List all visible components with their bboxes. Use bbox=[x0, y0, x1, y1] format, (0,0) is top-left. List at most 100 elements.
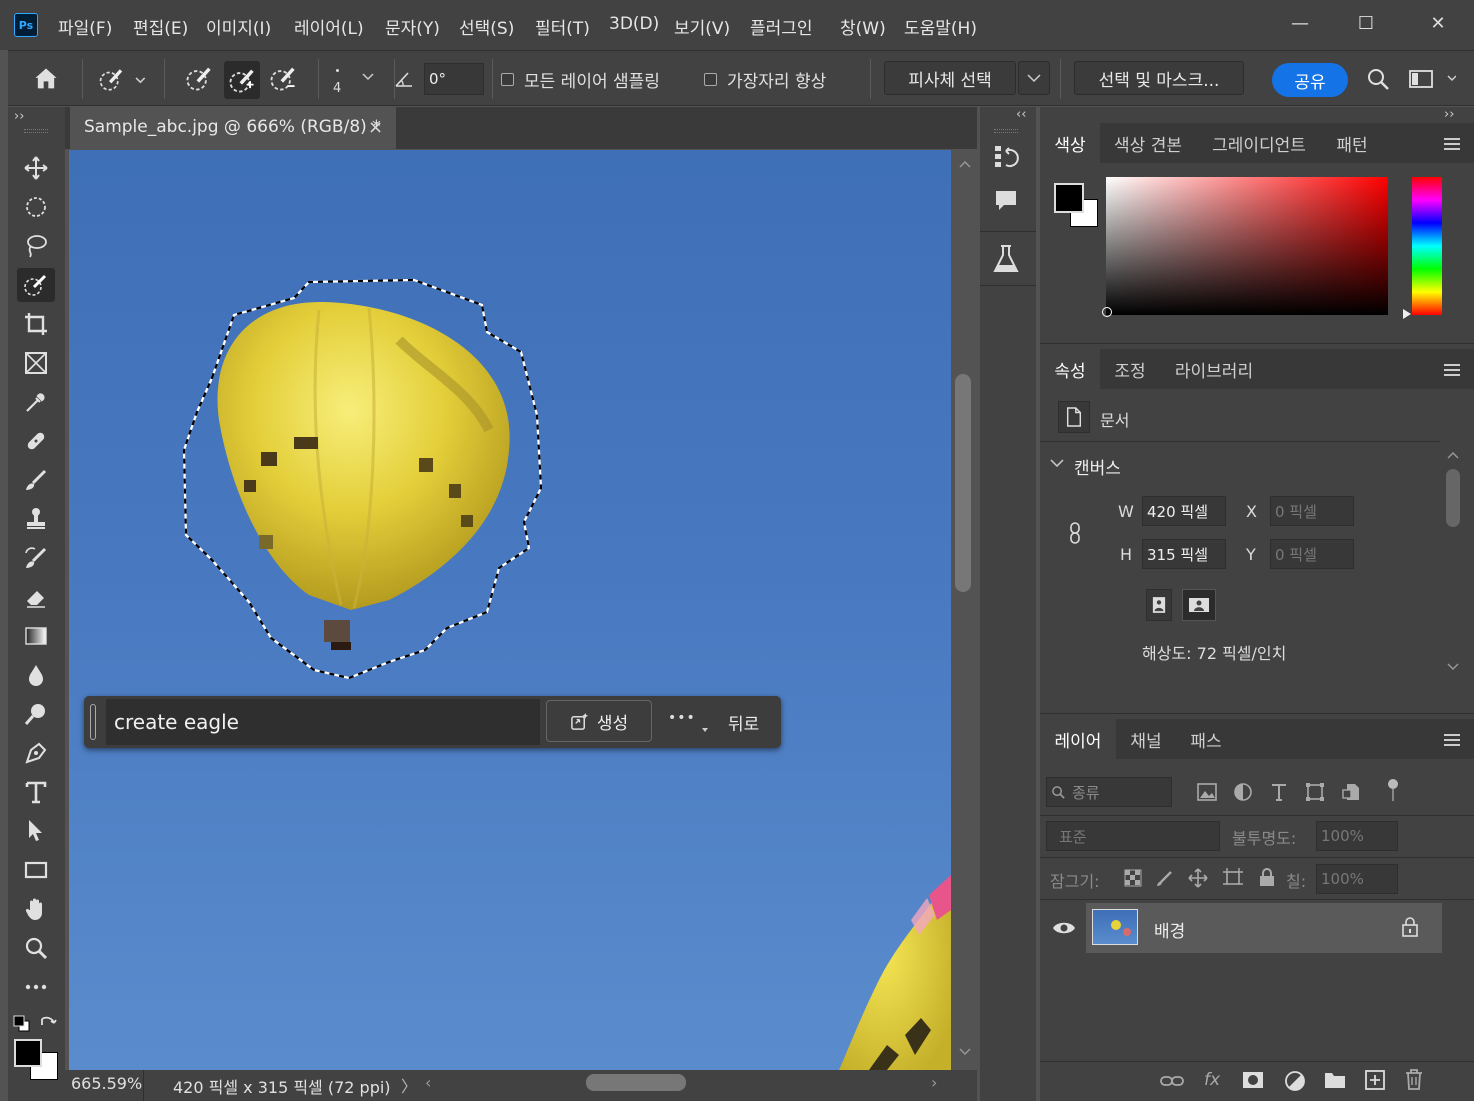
history-panel-icon[interactable] bbox=[992, 143, 1020, 175]
color-panel-menu-icon[interactable] bbox=[1444, 138, 1460, 150]
select-subject-dropdown[interactable] bbox=[1018, 61, 1050, 95]
tab-channels[interactable]: 채널 bbox=[1116, 719, 1176, 759]
tab-patterns[interactable]: 패턴 bbox=[1322, 123, 1382, 163]
tab-gradients[interactable]: 그레이디언트 bbox=[1196, 123, 1322, 163]
history-brush-tool-icon[interactable] bbox=[17, 541, 55, 575]
zoom-level[interactable]: 665.59% bbox=[71, 1074, 142, 1093]
menu-3d[interactable]: 3D(D) bbox=[609, 14, 659, 34]
menu-image[interactable]: 이미지(I) bbox=[206, 14, 271, 39]
collapse-panels-icon[interactable]: ›› bbox=[1444, 107, 1454, 122]
brush-tool-icon[interactable] bbox=[17, 463, 55, 497]
tab-paths[interactable]: 패스 bbox=[1176, 719, 1236, 759]
menu-plugins[interactable]: 플러그인 bbox=[750, 14, 813, 39]
menu-filter[interactable]: 필터(T) bbox=[535, 14, 590, 39]
hue-slider-handle[interactable] bbox=[1403, 309, 1411, 319]
scroll-right-arrow-icon[interactable]: › bbox=[931, 1073, 937, 1092]
status-menu-arrow-icon[interactable]: 〉 bbox=[401, 1073, 417, 1097]
lock-all-icon[interactable] bbox=[1258, 867, 1276, 887]
filter-type-layers-icon[interactable] bbox=[1268, 781, 1290, 803]
gradient-tool-icon[interactable] bbox=[17, 619, 55, 653]
path-selection-tool-icon[interactable] bbox=[17, 814, 55, 848]
lock-image-pixels-icon[interactable] bbox=[1156, 869, 1174, 887]
filter-toggle[interactable] bbox=[1386, 777, 1398, 801]
eyedropper-tool-icon[interactable] bbox=[17, 385, 55, 419]
vertical-scroll-thumb[interactable] bbox=[955, 374, 971, 592]
more-tools-icon[interactable] bbox=[17, 970, 55, 1004]
properties-scroll-thumb[interactable] bbox=[1446, 469, 1460, 527]
close-tab-icon[interactable]: × bbox=[368, 117, 383, 138]
collapse-tools-icon[interactable]: ›› bbox=[14, 109, 24, 124]
landscape-orientation-icon[interactable] bbox=[1182, 589, 1216, 621]
foreground-swatch[interactable] bbox=[1054, 183, 1084, 213]
properties-panel-menu-icon[interactable] bbox=[1444, 364, 1460, 376]
crop-tool-icon[interactable] bbox=[17, 307, 55, 341]
back-button[interactable]: 뒤로 bbox=[728, 710, 759, 735]
rectangle-tool-icon[interactable] bbox=[17, 853, 55, 887]
minimize-button[interactable]: — bbox=[1278, 8, 1322, 38]
portrait-orientation-icon[interactable] bbox=[1146, 589, 1172, 621]
tab-layers[interactable]: 레이어 bbox=[1040, 719, 1116, 759]
new-group-icon[interactable] bbox=[1324, 1070, 1346, 1090]
add-to-selection-icon[interactable] bbox=[224, 61, 260, 99]
type-tool-icon[interactable] bbox=[17, 775, 55, 809]
link-dimensions-icon[interactable] bbox=[1068, 521, 1082, 545]
tool-preset-picker[interactable] bbox=[94, 65, 148, 95]
quick-selection-tool-icon[interactable] bbox=[17, 268, 55, 302]
layer-lock-icon[interactable] bbox=[1402, 917, 1418, 937]
zoom-tool-icon[interactable] bbox=[17, 931, 55, 965]
delete-layer-icon[interactable] bbox=[1404, 1068, 1424, 1090]
layers-panel-menu-icon[interactable] bbox=[1444, 734, 1460, 746]
pen-tool-icon[interactable] bbox=[17, 736, 55, 770]
blend-mode-dropdown[interactable]: 표준 bbox=[1046, 821, 1220, 851]
lock-position-icon[interactable] bbox=[1188, 868, 1208, 888]
menu-view[interactable]: 보기(V) bbox=[674, 14, 730, 39]
angle-input[interactable]: 0° bbox=[424, 63, 484, 95]
healing-brush-tool-icon[interactable] bbox=[17, 424, 55, 458]
horizontal-scroll-thumb[interactable] bbox=[586, 1074, 686, 1091]
tab-libraries[interactable]: 라이브러리 bbox=[1160, 349, 1268, 389]
menu-edit[interactable]: 편집(E) bbox=[133, 14, 188, 39]
menu-file[interactable]: 파일(F) bbox=[58, 14, 112, 39]
blur-tool-icon[interactable] bbox=[17, 658, 55, 692]
enhance-edge-checkbox[interactable] bbox=[704, 73, 717, 86]
layer-visibility-eye-icon[interactable] bbox=[1052, 920, 1076, 936]
hue-slider[interactable] bbox=[1403, 177, 1442, 319]
filter-smart-objects-icon[interactable] bbox=[1340, 781, 1362, 803]
y-input[interactable]: 0 픽셀 bbox=[1270, 539, 1354, 569]
eraser-tool-icon[interactable] bbox=[17, 580, 55, 614]
new-selection-icon[interactable] bbox=[184, 63, 218, 97]
beaker-panel-icon[interactable] bbox=[990, 243, 1022, 279]
menu-layer[interactable]: 레이어(L) bbox=[294, 14, 364, 39]
close-window-button[interactable]: ✕ bbox=[1416, 8, 1460, 38]
layer-filter-dropdown[interactable]: 종류 bbox=[1046, 777, 1172, 807]
add-mask-icon[interactable] bbox=[1242, 1070, 1264, 1090]
tab-properties[interactable]: 속성 bbox=[1040, 349, 1100, 389]
width-input[interactable]: 420 픽셀 bbox=[1142, 496, 1226, 526]
layer-name[interactable]: 배경 bbox=[1154, 917, 1185, 942]
layer-style-fx-icon[interactable]: fx bbox=[1204, 1070, 1220, 1090]
maximize-button[interactable]: ☐ bbox=[1344, 8, 1388, 38]
move-tool-icon[interactable] bbox=[17, 151, 55, 185]
filter-pixel-layers-icon[interactable] bbox=[1196, 781, 1218, 803]
more-options-button[interactable]: ••• bbox=[668, 710, 696, 726]
fill-input[interactable]: 100% bbox=[1316, 864, 1398, 894]
default-colors-icon[interactable] bbox=[11, 1013, 31, 1033]
properties-scrollbar[interactable] bbox=[1444, 445, 1462, 683]
document-canvas[interactable] bbox=[69, 150, 951, 1070]
lock-artboard-icon[interactable] bbox=[1222, 868, 1244, 888]
canvas-section-chevron-icon[interactable] bbox=[1050, 459, 1064, 467]
x-input[interactable]: 0 픽셀 bbox=[1270, 496, 1354, 526]
link-layers-icon[interactable] bbox=[1160, 1072, 1184, 1090]
opacity-input[interactable]: 100% bbox=[1316, 821, 1398, 851]
marquee-tool-icon[interactable] bbox=[17, 190, 55, 224]
tab-adjustments[interactable]: 조정 bbox=[1100, 349, 1160, 389]
tab-swatches[interactable]: 색상 견본 bbox=[1100, 123, 1196, 163]
workspace-icon[interactable] bbox=[1408, 67, 1457, 95]
lock-transparent-pixels-icon[interactable] bbox=[1124, 869, 1142, 887]
menu-help[interactable]: 도움말(H) bbox=[904, 14, 977, 39]
menu-window[interactable]: 창(W) bbox=[840, 14, 886, 39]
height-input[interactable]: 315 픽셀 bbox=[1142, 539, 1226, 569]
frame-tool-icon[interactable] bbox=[17, 346, 55, 380]
scroll-left-arrow-icon[interactable]: ‹ bbox=[425, 1073, 431, 1092]
vertical-scrollbar[interactable] bbox=[951, 150, 977, 1070]
